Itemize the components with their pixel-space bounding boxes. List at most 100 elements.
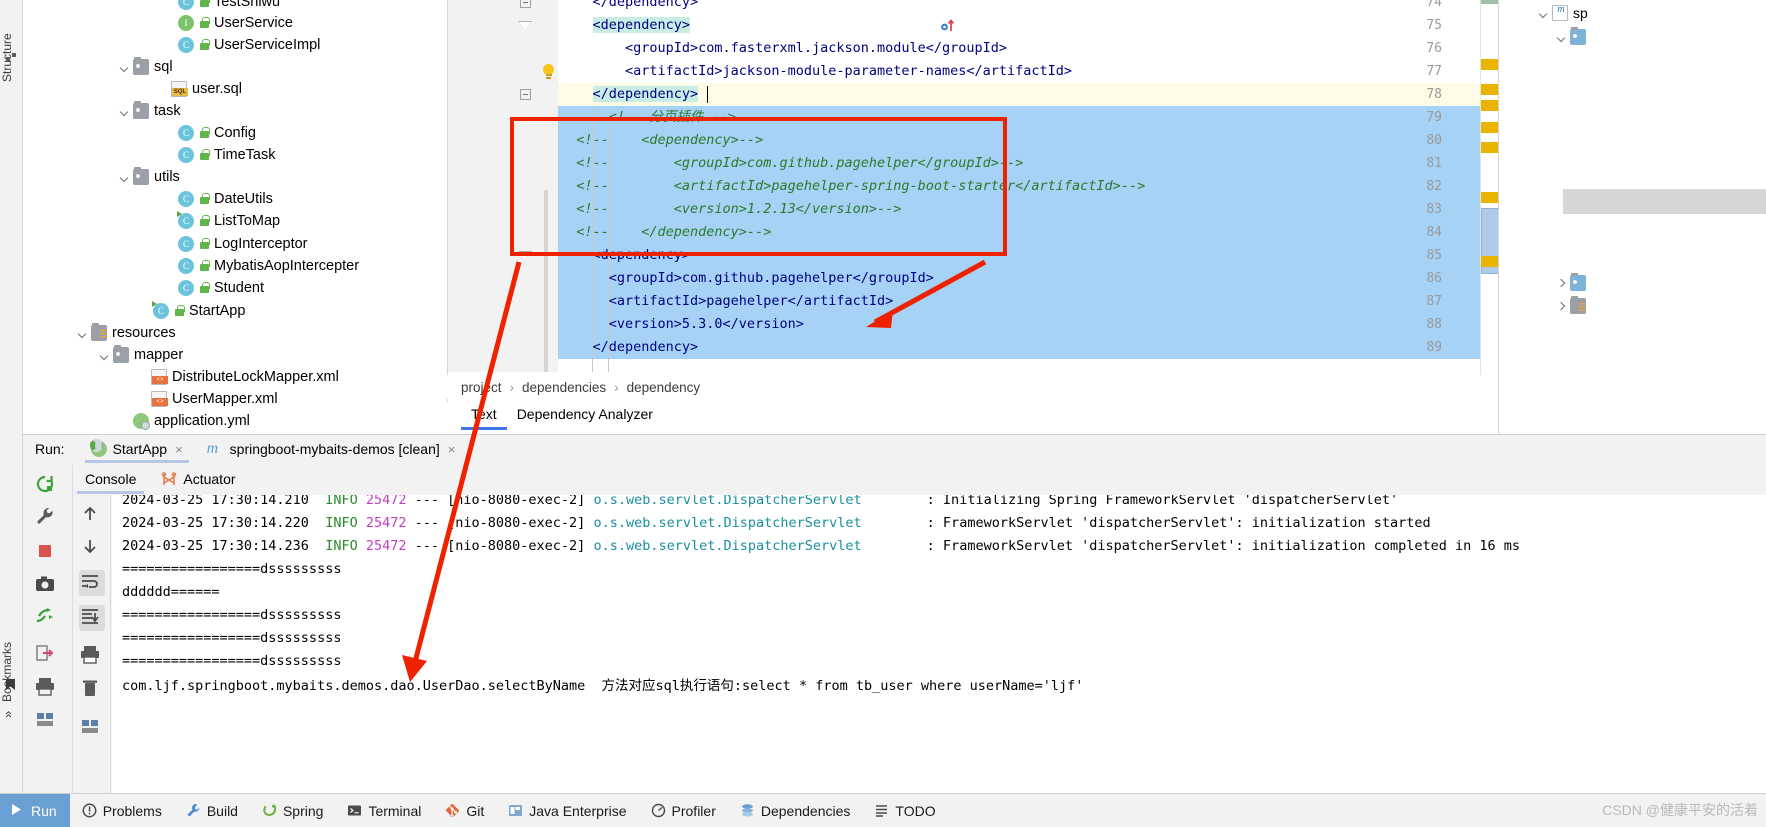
print-icon-2[interactable] [79,643,105,669]
wrench-icon[interactable] [34,505,60,531]
subtab-console[interactable]: Console [73,466,148,494]
editor-pane[interactable]: </dependency> <dependency> <groupId>com.… [447,0,1501,434]
stripe-warning-mark[interactable] [1481,84,1499,95]
fold-collapse-icon[interactable] [520,0,531,8]
status-item-git[interactable]: Git [433,794,496,827]
intention-bulb-icon[interactable] [542,64,555,79]
tree-item-config[interactable]: C Config [23,122,256,144]
close-icon[interactable]: × [175,442,183,457]
status-item-terminal[interactable]: Terminal [335,794,433,827]
code-line[interactable]: <version>5.3.0</version> [558,313,1501,336]
fold-expand-icon[interactable] [518,21,532,31]
status-item-profiler[interactable]: Profiler [639,794,728,827]
tab-dependency-analyzer[interactable]: Dependency Analyzer [507,402,663,430]
breadcrumb-dependencies[interactable]: dependencies [522,380,606,395]
code-line[interactable]: <!-- <dependency>--> [558,129,1501,152]
run-subtabs[interactable]: Console Actuator [73,465,1766,495]
tree-item-mybatisaopintercepter[interactable]: C MybatisAopIntercepter [23,255,359,277]
code-line[interactable]: <dependency> [558,244,1501,267]
code-line[interactable]: <!-- </dependency>--> [558,221,1501,244]
tree-item-userservice[interactable]: I UserService [23,12,293,34]
editor-error-stripe[interactable] [1480,0,1499,375]
scroll-to-end-icon[interactable] [79,605,105,631]
status-item-spring[interactable]: Spring [250,794,335,827]
tree-item-task[interactable]: task [23,100,181,122]
tree-item-startapp[interactable]: C StartApp [23,300,245,322]
stripe-warning-mark[interactable] [1481,256,1499,267]
tree-item-distributelockmapper-xml[interactable]: DistributeLockMapper.xml [23,366,339,388]
run-tab-startapp[interactable]: StartApp × [83,436,191,463]
code-line[interactable]: <artifactId>pagehelper</artifactId> [558,290,1501,313]
chevron-down-icon[interactable] [118,61,131,74]
run-status-button[interactable]: Run [0,793,70,827]
chevron-right-icon[interactable] [1555,300,1568,313]
tree-item-utils[interactable]: utils [23,166,180,188]
grid-icon[interactable] [34,708,60,734]
tree-item-listtomap[interactable]: C ListToMap [23,210,280,232]
chevron-down-icon[interactable] [76,327,89,340]
structure-tool-button[interactable]: Structure [0,4,23,82]
status-item-dependencies[interactable]: Dependencies [728,794,863,827]
tree-item-sql[interactable]: sql [23,56,173,78]
camera-icon[interactable] [34,573,60,599]
fold-collapse-icon[interactable] [520,89,531,100]
stop-icon[interactable] [34,540,60,566]
breadcrumb-project[interactable]: project [461,380,502,395]
stripe-warning-mark[interactable] [1481,59,1499,70]
tree-item-mapper[interactable]: mapper [23,344,183,366]
close-icon[interactable]: × [448,442,456,457]
tree-item-user-sql[interactable]: user.sql [23,78,242,100]
tree-item-usermapper-xml[interactable]: UserMapper.xml [23,388,278,410]
code-line[interactable]: <dependency> [558,14,1501,37]
run-tabs-header[interactable]: Run: StartApp × m springboot-mybaits-dem… [23,435,1766,463]
code-line[interactable]: </dependency> [558,336,1501,359]
tree-item-student[interactable]: C Student [23,277,264,299]
more-tool-windows-button[interactable]: » [0,698,23,718]
chevron-down-icon[interactable] [1537,7,1550,20]
code-line[interactable]: <!-- <groupId>com.github.pagehelper</gro… [558,152,1501,175]
export-icon[interactable] [34,642,60,668]
chevron-down-icon[interactable] [118,105,131,118]
lib-folder-row[interactable] [1555,295,1591,317]
status-bar[interactable]: Run Problems Build Spring Terminal Git J… [0,793,1766,827]
code-line[interactable]: </dependency> [558,0,1501,14]
tree-item-userserviceimpl[interactable]: C UserServiceImpl [23,34,320,56]
editor-bottom-tabs[interactable]: Text Dependency Analyzer [447,402,1500,434]
stripe-warning-mark[interactable] [1481,142,1499,153]
chevron-right-icon[interactable] [1555,277,1568,290]
status-item-java-enterprise[interactable]: Java Enterprise [496,794,638,827]
layout-icon[interactable] [79,715,105,741]
code-line[interactable]: <groupId>com.github.pagehelper</groupId> [558,267,1501,290]
tree-item-dateutils[interactable]: C DateUtils [23,188,273,210]
editor-gutter[interactable] [448,0,558,372]
thread-dump-icon[interactable] [34,605,60,631]
run-tab-maven-clean[interactable]: m springboot-mybaits-demos [clean] × [199,436,464,462]
editor-code-area[interactable]: </dependency> <dependency> <groupId>com.… [558,0,1501,372]
console-side-toolbar[interactable] [73,495,111,794]
subtab-actuator[interactable]: Actuator [148,466,247,494]
maven-tool-panel[interactable]: sp [1498,0,1766,434]
rerun-icon[interactable] [34,473,60,499]
status-item-build[interactable]: Build [174,794,250,827]
spring-folder-row-2[interactable] [1555,272,1591,294]
code-line[interactable]: <!-- <artifactId>pagehelper-spring-boot-… [558,175,1501,198]
fold-expand-icon[interactable] [518,251,532,261]
breadcrumb-dependency[interactable]: dependency [627,380,701,395]
run-side-toolbar[interactable] [23,465,73,794]
scroll-up-icon[interactable] [79,503,105,529]
chevron-down-icon[interactable] [1555,31,1568,44]
code-line[interactable]: <!-- 分页插件 --> [558,106,1501,129]
scroll-down-icon[interactable] [79,535,105,561]
print-icon[interactable] [34,675,60,701]
chevron-down-icon[interactable] [118,171,131,184]
soft-wrap-icon[interactable] [79,570,105,596]
code-line[interactable]: <groupId>com.fasterxml.jackson.module</g… [558,37,1501,60]
run-line-marker-icon[interactable] [940,18,956,34]
tree-item-resources[interactable]: resources [23,322,176,344]
spring-folder-row-1[interactable] [1555,26,1591,48]
status-item-problems[interactable]: Problems [70,794,174,827]
tree-item-timetask[interactable]: C TimeTask [23,144,276,166]
chevron-down-icon[interactable] [98,349,111,362]
stripe-warning-mark[interactable] [1481,192,1499,203]
tree-item-loginterceptor[interactable]: C LogInterceptor [23,233,308,255]
